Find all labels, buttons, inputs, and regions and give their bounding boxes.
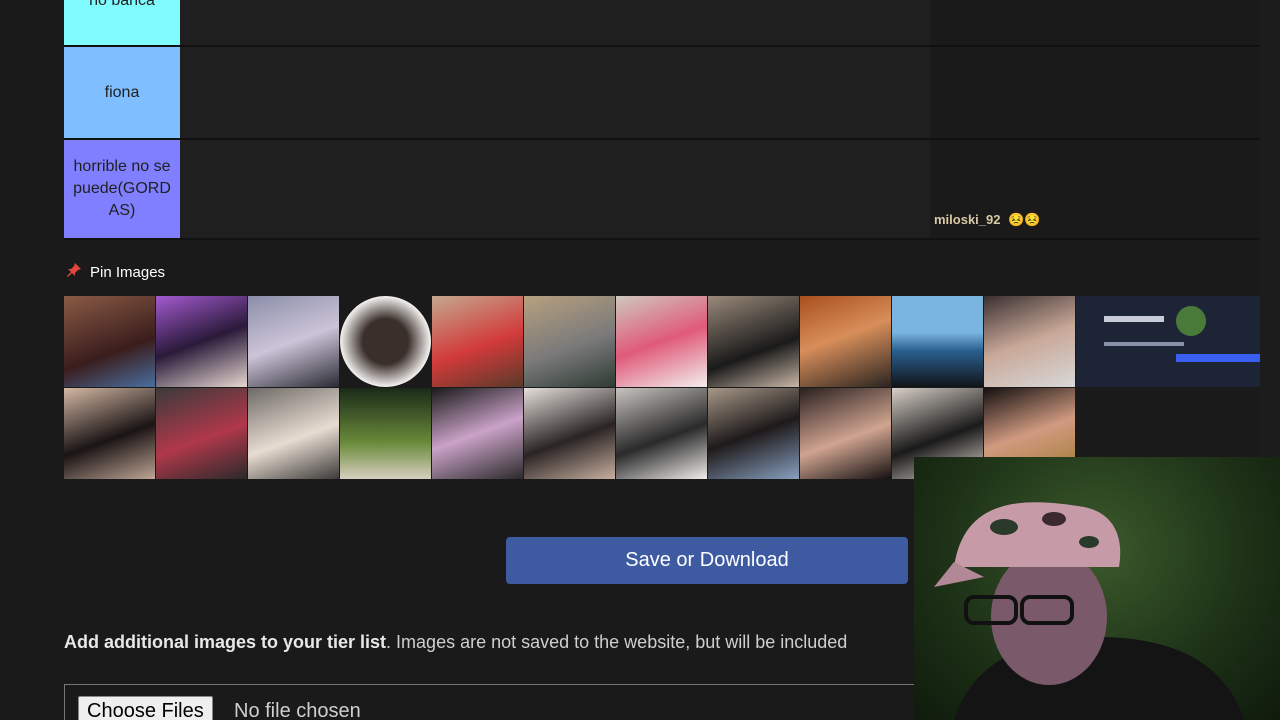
image-thumbnail[interactable] (340, 388, 431, 479)
tier-row-no-banca: no banca (64, 0, 1280, 47)
file-status: No file chosen (234, 700, 361, 720)
tier-list-page: no banca fiona horrible no se puede(GORD… (0, 0, 1280, 720)
pin-images-label: Pin Images (90, 263, 166, 281)
image-thumbnail[interactable] (800, 296, 891, 387)
tier-overlay-area (930, 47, 1260, 138)
image-thumbnail[interactable] (64, 388, 155, 479)
image-thumbnail[interactable] (524, 388, 615, 479)
image-thumbnail[interactable] (432, 388, 523, 479)
image-thumbnail[interactable] (708, 296, 799, 387)
image-thumbnail[interactable] (524, 296, 615, 387)
image-thumbnail[interactable] (432, 296, 523, 387)
streamer-figure (934, 502, 1244, 720)
image-thumbnail[interactable] (248, 388, 339, 479)
emote-icons: 😣😣 (1008, 212, 1041, 227)
tier-label[interactable]: fiona (64, 47, 180, 138)
image-thumbnail[interactable] (984, 296, 1075, 387)
image-thumbnail[interactable] (616, 296, 707, 387)
username-text: miloski_92 (934, 212, 1001, 227)
image-thumbnail[interactable] (156, 296, 247, 387)
image-thumbnail[interactable] (616, 388, 707, 479)
image-thumbnail[interactable] (1076, 296, 1260, 387)
image-thumbnail[interactable] (156, 388, 247, 479)
add-images-rest: . Images are not saved to the website, b… (386, 632, 848, 652)
save-or-download-button[interactable]: Save or Download (506, 537, 908, 584)
add-images-instructions: Add additional images to your tier list.… (64, 632, 847, 653)
tier-label-text: no banca (89, 0, 155, 9)
image-thumbnail[interactable] (892, 296, 983, 387)
image-thumbnail[interactable] (708, 388, 799, 479)
tier-row-horrible: horrible no se puede(GORDAS) (64, 140, 1280, 240)
image-thumbnail[interactable] (340, 296, 431, 387)
tier-label[interactable]: horrible no se puede(GORDAS) (64, 140, 180, 238)
tier-label-text: fiona (104, 83, 140, 101)
image-thumbnail[interactable] (64, 296, 155, 387)
tier-label[interactable]: no banca (64, 0, 180, 45)
image-thumbnail[interactable] (800, 388, 891, 479)
choose-files-button[interactable]: Choose Files (78, 696, 213, 720)
scroll-edge (1260, 0, 1280, 457)
stream-overlay-username: miloski_92 😣😣 (934, 212, 1041, 228)
add-images-bold: Add additional images to your tier list (64, 632, 387, 652)
pin-images-header[interactable]: Pin Images (66, 262, 165, 282)
tier-label-text: horrible no se puede(GORDAS) (73, 158, 171, 219)
pushpin-icon (66, 262, 82, 282)
tier-overlay-area (930, 0, 1260, 45)
tier-row-fiona: fiona (64, 47, 1280, 140)
webcam-overlay (914, 457, 1280, 720)
image-thumbnail[interactable] (248, 296, 339, 387)
